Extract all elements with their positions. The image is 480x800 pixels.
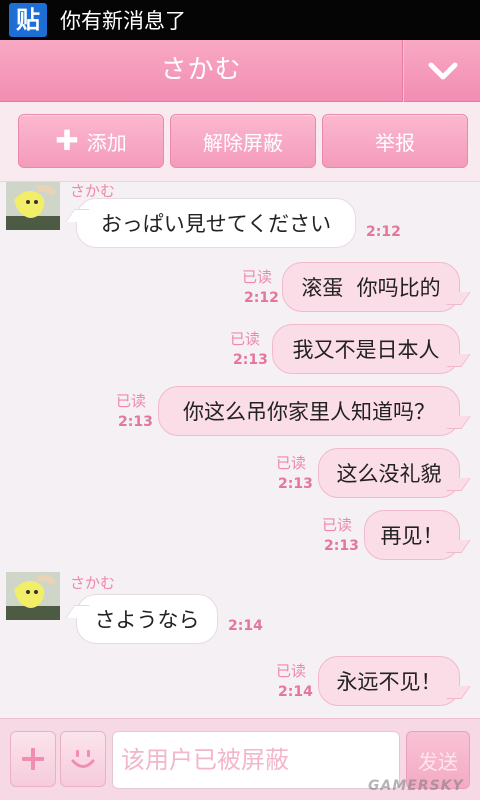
message-text: さようなら bbox=[94, 608, 200, 632]
message-bubble-incoming[interactable]: おっぱい見せてください bbox=[76, 198, 356, 248]
read-status: 已读 bbox=[115, 392, 146, 410]
message-text: 你这么吊你家里人知道吗？ bbox=[183, 400, 435, 424]
message-bubble-outgoing[interactable]: 我又不是日本人 bbox=[272, 324, 460, 374]
unblock-label: 解除屏蔽 bbox=[203, 130, 283, 155]
message-list[interactable]: さかむ おっぱい見せてください 2:12 已读 2:12 滚蛋 你吗比的 已读 … bbox=[0, 182, 480, 718]
plus-icon bbox=[22, 748, 44, 770]
plus-icon: ✚ bbox=[55, 124, 79, 157]
unblock-button[interactable]: 解除屏蔽 bbox=[170, 114, 316, 168]
chat-title: さかむ bbox=[160, 55, 242, 85]
send-label: 发送 bbox=[418, 749, 458, 774]
message-time: 2:13 bbox=[118, 414, 153, 430]
message-text: 滚蛋 你吗比的 bbox=[301, 276, 441, 300]
message-bubble-outgoing[interactable]: 滚蛋 你吗比的 bbox=[282, 262, 460, 312]
chat-screen: 贴 你有新消息了 さかむ ✚ 添加 解除屏蔽 举报 さかむ おっぱい見せてくださ… bbox=[0, 0, 480, 800]
message-input[interactable] bbox=[112, 731, 400, 789]
read-status: 已读 bbox=[229, 330, 260, 348]
watermark: GAMERSKY bbox=[368, 778, 464, 794]
add-friend-button[interactable]: ✚ 添加 bbox=[18, 114, 164, 168]
message-time: 2:13 bbox=[324, 538, 359, 554]
sender-name: さかむ bbox=[70, 574, 116, 592]
message-time: 2:14 bbox=[228, 618, 263, 634]
read-status: 已读 bbox=[241, 268, 272, 286]
read-status: 已读 bbox=[321, 516, 352, 534]
status-bar: 贴 你有新消息了 bbox=[0, 0, 480, 40]
message-text: おっぱい見せてください bbox=[100, 212, 332, 236]
message-bubble-outgoing[interactable]: 你这么吊你家里人知道吗？ bbox=[158, 386, 460, 436]
read-status: 已读 bbox=[275, 662, 306, 680]
message-time: 2:13 bbox=[233, 352, 268, 368]
title-divider bbox=[402, 40, 404, 102]
avatar[interactable] bbox=[6, 182, 60, 230]
read-status: 已读 bbox=[275, 454, 306, 472]
notification-text: 你有新消息了 bbox=[60, 9, 186, 33]
more-button[interactable] bbox=[10, 731, 56, 787]
title-bar: さかむ bbox=[0, 40, 480, 102]
message-bubble-outgoing[interactable]: 再见！ bbox=[364, 510, 460, 560]
message-text: 我又不是日本人 bbox=[292, 338, 440, 362]
message-time: 2:14 bbox=[278, 684, 313, 700]
message-text: 这么没礼貌 bbox=[336, 462, 442, 486]
smiley-icon bbox=[71, 750, 95, 768]
message-bubble-outgoing[interactable]: 这么没礼貌 bbox=[318, 448, 460, 498]
report-button[interactable]: 举报 bbox=[322, 114, 468, 168]
message-time: 2:12 bbox=[244, 290, 279, 306]
message-bubble-outgoing[interactable]: 永远不见！ bbox=[318, 656, 460, 706]
message-bubble-incoming[interactable]: さようなら bbox=[76, 594, 218, 644]
report-label: 举报 bbox=[375, 130, 415, 155]
avatar-image bbox=[6, 572, 60, 620]
avatar-image bbox=[6, 182, 60, 230]
message-time: 2:12 bbox=[366, 224, 401, 240]
chevron-down-icon bbox=[428, 62, 457, 80]
message-text: 再见！ bbox=[380, 524, 444, 548]
tieba-app-icon: 贴 bbox=[9, 3, 47, 37]
add-friend-label: 添加 bbox=[86, 130, 127, 155]
emoji-button[interactable] bbox=[60, 731, 106, 787]
avatar[interactable] bbox=[6, 572, 60, 620]
collapse-button[interactable] bbox=[405, 40, 480, 102]
message-time: 2:13 bbox=[278, 476, 313, 492]
action-bar: ✚ 添加 解除屏蔽 举报 bbox=[0, 102, 480, 182]
message-text: 永远不见！ bbox=[336, 670, 442, 694]
